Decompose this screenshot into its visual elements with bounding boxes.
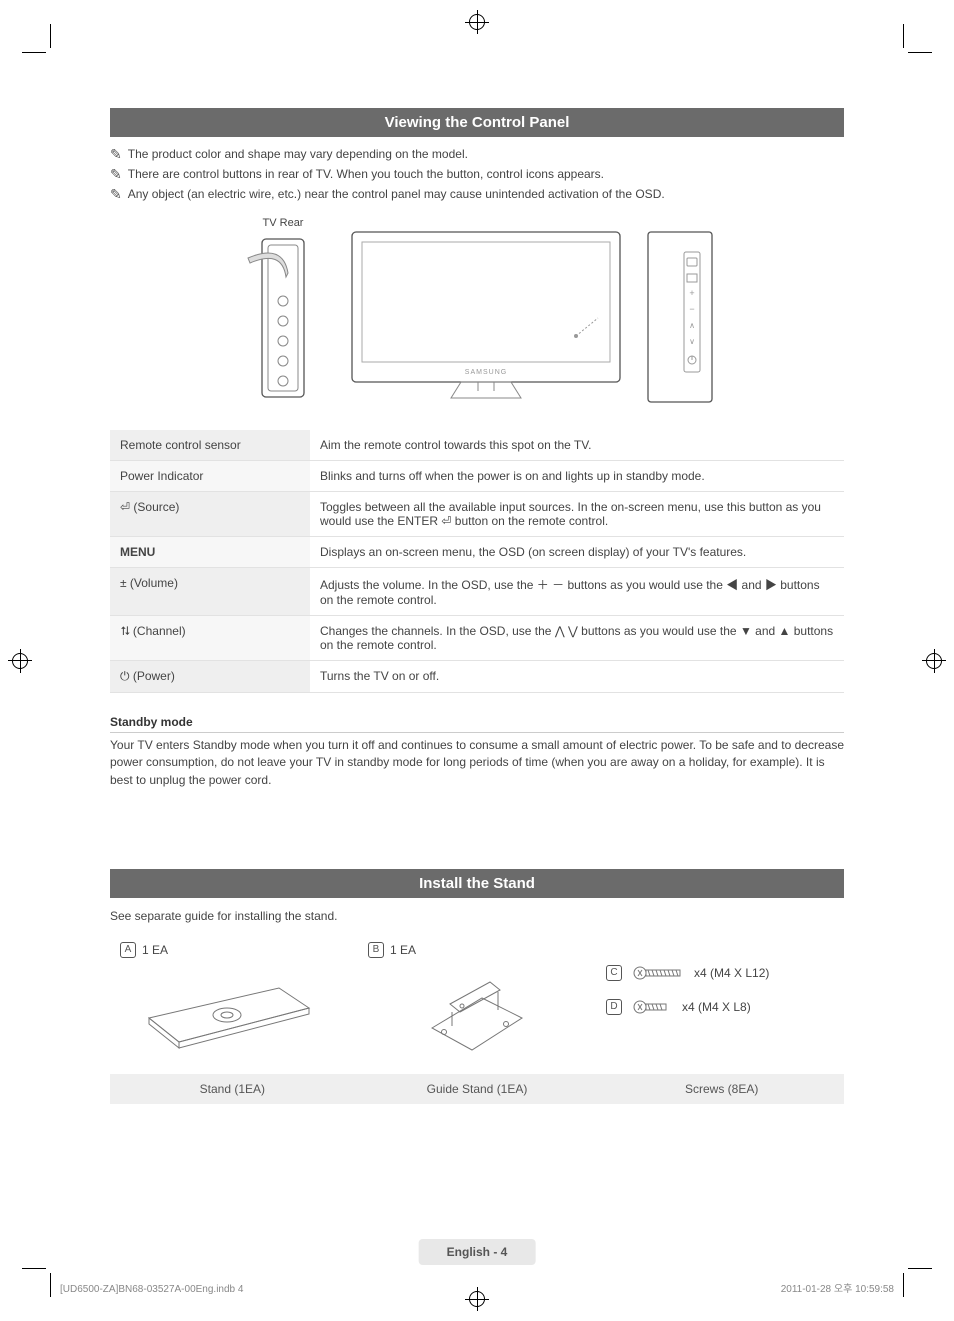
row-label: MENU [110,537,310,568]
screw-spec: x4 (M4 X L8) [682,1000,751,1014]
stand-caption-row: Stand (1EA) Guide Stand (1EA) Screws (8E… [110,1074,844,1104]
section-title-bar: Viewing the Control Panel [110,108,844,137]
caption-guide-stand: Guide Stand (1EA) [355,1074,600,1104]
install-stand-intro: See separate guide for installing the st… [110,908,844,925]
badge-c-icon: C [606,965,622,981]
row-desc: Toggles between all the available input … [310,492,844,537]
registration-mark-icon [469,14,485,30]
stand-col-b: B 1 EA [358,942,596,1058]
note-icon: ✎ [110,167,122,181]
svg-text:∧: ∧ [689,321,695,330]
caption-screws: Screws (8EA) [599,1074,844,1104]
row-label: ⏎ (Source) [110,492,310,537]
osd-panel-icon: + − ∧ ∨ [644,226,716,406]
badge-b-icon: B [368,942,384,958]
note-text: There are control buttons in rear of TV.… [128,167,604,181]
section-title-bar: Install the Stand [110,869,844,898]
row-label: Power Indicator [110,461,310,492]
note-item: ✎ Any object (an electric wire, etc.) ne… [110,187,844,201]
table-row: ⏻ (Power)Turns the TV on or off. [110,661,844,693]
registration-mark-icon [469,1291,485,1307]
table-row: ± (Volume)Adjusts the volume. In the OSD… [110,568,844,616]
row-label: Remote control sensor [110,430,310,461]
row-desc: Aim the remote control towards this spot… [310,430,844,461]
row-desc: Changes the channels. In the OSD, use th… [310,616,844,661]
row-desc: Displays an on-screen menu, the OSD (on … [310,537,844,568]
svg-text:SAMSUNG: SAMSUNG [465,369,507,376]
crop-mark [903,24,904,48]
registration-mark-icon [926,653,942,669]
standby-heading: Standby mode [110,715,844,733]
install-stand-section: Install the Stand See separate guide for… [110,869,844,1103]
stand-col-a: A 1 EA [110,942,348,1058]
screw-line-c: C x4 (M4 X L12) [606,964,769,982]
table-row: Power IndicatorBlinks and turns off when… [110,461,844,492]
note-text: Any object (an electric wire, etc.) near… [128,187,665,201]
stand-col-screws: C x4 (M4 X L12) D [606,942,844,1016]
table-row: MENUDisplays an on-screen menu, the OSD … [110,537,844,568]
crop-mark [22,52,46,53]
standby-text: Your TV enters Standby mode when you tur… [110,737,844,789]
table-row: ⏎ (Source)Toggles between all the availa… [110,492,844,537]
footer-meta-right: 2011-01-28 오후 10:59:58 [781,1280,894,1295]
crop-mark [903,1273,904,1297]
crop-mark [50,24,51,48]
footer-meta-left: [UD6500-ZA]BN68-03527A-00Eng.indb 4 [60,1284,243,1295]
illustration-row: TV Rear SAMSUNG [110,217,844,406]
crop-mark [22,1268,46,1269]
page: Viewing the Control Panel ✎ The product … [0,0,954,1321]
screw-line-d: D x4 (M4 X L8) [606,998,751,1016]
crop-mark [50,1273,51,1297]
note-icon: ✎ [110,187,122,201]
screw-short-icon [632,998,672,1016]
control-panel-table: Remote control sensorAim the remote cont… [110,430,844,693]
caption-stand: Stand (1EA) [110,1074,355,1104]
stand-parts-row: A 1 EA B 1 EA [110,942,844,1058]
table-row: ⮁ (Channel)Changes the channels. In the … [110,616,844,661]
row-label: ⏻ (Power) [110,661,310,693]
svg-text:−: − [689,304,694,314]
row-desc: Turns the TV on or off. [310,661,844,693]
note-icon: ✎ [110,147,122,161]
row-label: ⮁ (Channel) [110,616,310,661]
guide-stand-icon [412,968,542,1058]
part-qty: 1 EA [142,943,168,957]
note-text: The product color and shape may vary dep… [128,147,468,161]
tv-rear-icon [238,233,328,403]
svg-text:∨: ∨ [689,337,695,346]
screw-spec: x4 (M4 X L12) [694,966,769,980]
tv-front-icon: SAMSUNG [346,226,626,406]
crop-mark [908,52,932,53]
stand-base-icon [139,968,319,1058]
tv-rear-figure: TV Rear [238,217,328,406]
row-label: ± (Volume) [110,568,310,616]
badge-d-icon: D [606,999,622,1015]
crop-mark [908,1268,932,1269]
part-badge-label: B 1 EA [368,942,416,958]
note-item: ✎ The product color and shape may vary d… [110,147,844,161]
registration-mark-icon [12,653,28,669]
screw-long-icon [632,964,684,982]
note-item: ✎ There are control buttons in rear of T… [110,167,844,181]
row-desc: Blinks and turns off when the power is o… [310,461,844,492]
table-row: Remote control sensorAim the remote cont… [110,430,844,461]
tv-rear-label: TV Rear [238,217,328,229]
badge-a-icon: A [120,942,136,958]
row-desc: Adjusts the volume. In the OSD, use the … [310,568,844,616]
content-area: Viewing the Control Panel ✎ The product … [50,18,904,1104]
page-footer-label: English - 4 [419,1239,536,1265]
part-badge-label: A 1 EA [120,942,168,958]
part-qty: 1 EA [390,943,416,957]
svg-text:+: + [689,288,694,298]
